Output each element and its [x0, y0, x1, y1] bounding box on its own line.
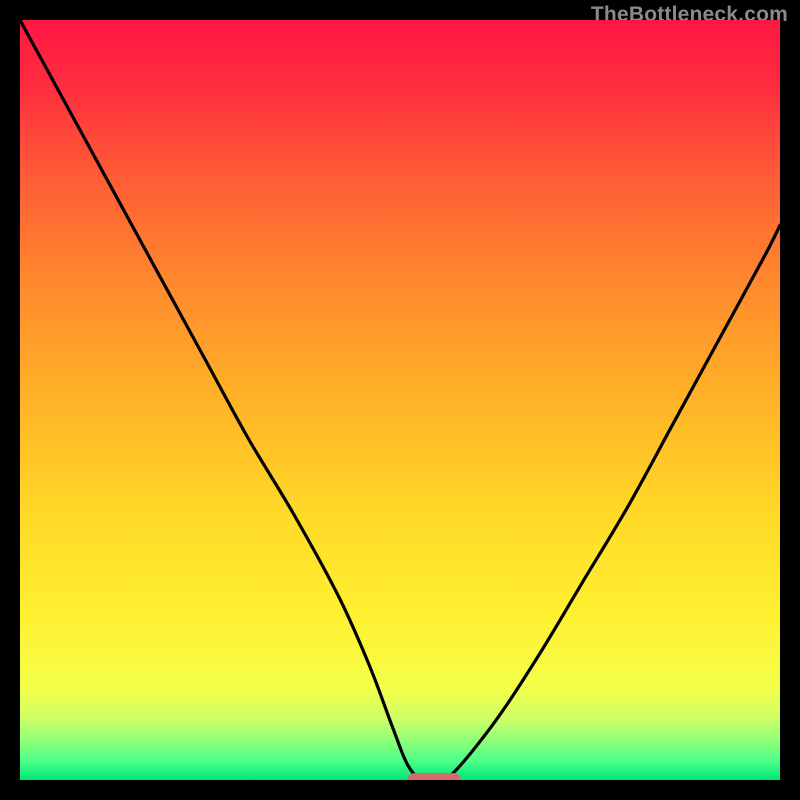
chart-frame: TheBottleneck.com [0, 0, 800, 800]
optimal-range-marker [408, 773, 461, 780]
plot-area [20, 20, 780, 780]
chart-svg [20, 20, 780, 780]
gradient-background [20, 20, 780, 780]
